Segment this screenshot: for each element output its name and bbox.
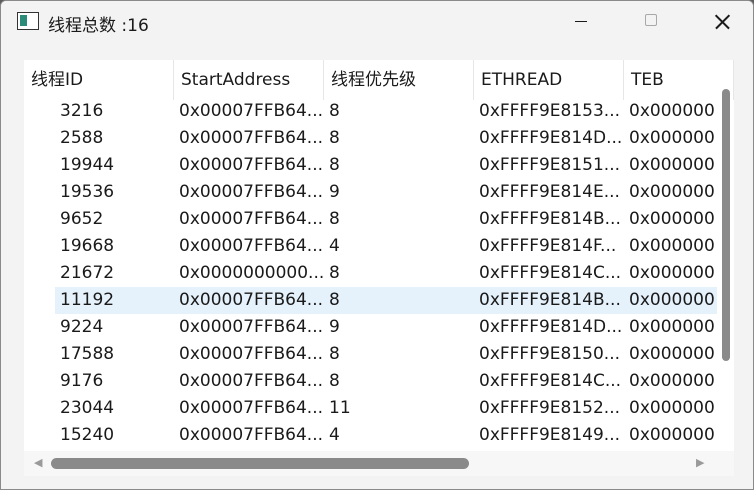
cell-teb: 0x000000 [629,398,715,418]
cell-thread-id: 21672 [60,263,115,283]
cell-priority: 4 [329,425,340,445]
vertical-scroll-thumb[interactable] [722,89,730,361]
cell-start-address: 0x0000000000... [179,263,324,283]
minimize-button[interactable] [556,1,604,41]
table-row[interactable]: 2588 0x00007FFB64... 8 0xFFFF9E814D... 0x000… [24,125,717,152]
cell-start-address: 0x00007FFB64... [179,317,324,337]
table-row[interactable]: 17588 0x00007FFB64... 8 0xFFFF9E8150... 0x00… [24,341,717,368]
cell-start-address: 0x00007FFB64... [179,128,324,148]
scroll-right-arrow-icon[interactable]: ▶ [696,457,704,469]
cell-thread-id: 17588 [60,344,115,364]
cell-ethread: 0xFFFF9E814C... [479,263,622,283]
cell-thread-id: 9652 [60,209,104,229]
cell-thread-id: 3216 [60,101,104,121]
table-row[interactable]: 9224 0x00007FFB64... 9 0xFFFF9E814D... 0x000… [24,314,717,341]
cell-teb: 0x000000 [629,236,715,256]
cell-thread-id: 9224 [60,317,104,337]
table-row[interactable]: 9652 0x00007FFB64... 8 0xFFFF9E814B... 0x000… [24,206,717,233]
cell-priority: 8 [329,155,340,175]
cell-start-address: 0x00007FFB64... [179,290,324,310]
table-row[interactable]: 11192 0x00007FFB64... 8 0xFFFF9E814B... 0x00… [24,287,717,314]
thread-list[interactable]: 线程ID StartAddress 线程优先级 ETHREAD TEB 3216… [24,60,734,476]
cell-start-address: 0x00007FFB64... [179,209,324,229]
cell-ethread: 0xFFFF9E8150... [479,344,621,364]
cell-teb: 0x000000 [629,128,715,148]
cell-teb: 0x000000 [629,317,715,337]
cell-ethread: 0xFFFF9E8151... [479,155,621,175]
cell-teb: 0x000000 [629,182,715,202]
close-button[interactable] [698,1,746,41]
cell-teb: 0x000000 [629,371,715,391]
cell-teb: 0x000000 [629,155,715,175]
table-row[interactable]: 9176 0x00007FFB64... 8 0xFFFF9E814C... 0x000… [24,368,717,395]
cell-start-address: 0x00007FFB64... [179,371,324,391]
column-header-ethread[interactable]: ETHREAD [474,60,624,100]
cell-priority: 8 [329,128,340,148]
table-row[interactable]: 23044 0x00007FFB64... 11 0xFFFF9E8152... 0x0… [24,395,717,422]
cell-start-address: 0x00007FFB64... [179,236,324,256]
cell-thread-id: 15240 [60,425,115,445]
cell-ethread: 0xFFFF9E814D... [479,128,623,148]
cell-teb: 0x000000 [629,344,715,364]
cell-priority: 8 [329,263,340,283]
table-row[interactable]: 19944 0x00007FFB64... 8 0xFFFF9E8151... 0x00… [24,152,717,179]
table-row[interactable]: 19536 0x00007FFB64... 9 0xFFFF9E814E... 0x00… [24,179,717,206]
cell-thread-id: 2588 [60,128,104,148]
cell-start-address: 0x00007FFB64... [179,182,324,202]
cell-thread-id: 23044 [60,398,115,418]
table-row[interactable]: 3216 0x00007FFB64... 8 0xFFFF9E8153... 0x000… [24,98,717,125]
column-header-priority[interactable]: 线程优先级 [324,60,474,100]
cell-teb: 0x000000 [629,101,715,121]
maximize-button[interactable] [627,1,675,41]
thread-rows: 3216 0x00007FFB64... 8 0xFFFF9E8153... 0x000… [24,98,717,452]
column-header-thread-id[interactable]: 线程ID [24,60,174,100]
horizontal-scrollbar[interactable]: ◀ ▶ [24,451,734,476]
cell-start-address: 0x00007FFB64... [179,344,324,364]
table-row[interactable]: 21672 0x0000000000... 8 0xFFFF9E814C... 0x00… [24,260,717,287]
cell-ethread: 0xFFFF9E814B... [479,209,621,229]
cell-priority: 9 [329,317,340,337]
cell-priority: 8 [329,101,340,121]
cell-start-address: 0x00007FFB64... [179,425,324,445]
cell-priority: 9 [329,182,340,202]
title-bar[interactable]: 线程总数 :16 [1,1,753,45]
cell-ethread: 0xFFFF9E8153... [479,101,621,121]
cell-priority: 11 [329,398,351,418]
column-header-start-address[interactable]: StartAddress [174,60,324,100]
window-title: 线程总数 :16 [48,16,149,36]
cell-priority: 8 [329,344,340,364]
cell-thread-id: 9176 [60,371,104,391]
scroll-left-arrow-icon[interactable]: ◀ [34,457,42,469]
cell-ethread: 0xFFFF9E814B... [479,290,621,310]
cell-thread-id: 11192 [60,290,115,310]
cell-start-address: 0x00007FFB64... [179,155,324,175]
cell-thread-id: 19536 [60,182,115,202]
cell-priority: 8 [329,371,340,391]
cell-thread-id: 19944 [60,155,115,175]
cell-ethread: 0xFFFF9E814E... [479,182,620,202]
cell-ethread: 0xFFFF9E814D... [479,317,623,337]
vertical-scrollbar[interactable] [719,86,733,362]
table-row[interactable]: 19668 0x00007FFB64... 4 0xFFFF9E814F... 0x00… [24,233,717,260]
cell-teb: 0x000000 [629,209,715,229]
cell-ethread: 0xFFFF9E814F... [479,236,617,256]
cell-teb: 0x000000 [629,425,715,445]
cell-priority: 4 [329,236,340,256]
table-row[interactable]: 15240 0x00007FFB64... 4 0xFFFF9E8149... 0x00… [24,422,717,449]
cell-ethread: 0xFFFF9E8152... [479,398,621,418]
horizontal-scroll-thumb[interactable] [51,458,469,469]
cell-teb: 0x000000 [629,263,715,283]
cell-priority: 8 [329,209,340,229]
column-header-row: 线程ID StartAddress 线程优先级 ETHREAD TEB [24,60,734,100]
cell-priority: 8 [329,290,340,310]
column-header-teb[interactable]: TEB [624,60,734,100]
cell-ethread: 0xFFFF9E8149... [479,425,621,445]
thread-list-window: 线程总数 :16 线程ID StartAddress 线程优先级 ETHREAD… [0,0,754,490]
app-window-icon [17,12,39,30]
cell-thread-id: 19668 [60,236,115,256]
cell-start-address: 0x00007FFB64... [179,398,324,418]
cell-ethread: 0xFFFF9E814C... [479,371,622,391]
cell-teb: 0x000000 [629,290,715,310]
cell-start-address: 0x00007FFB64... [179,101,324,121]
